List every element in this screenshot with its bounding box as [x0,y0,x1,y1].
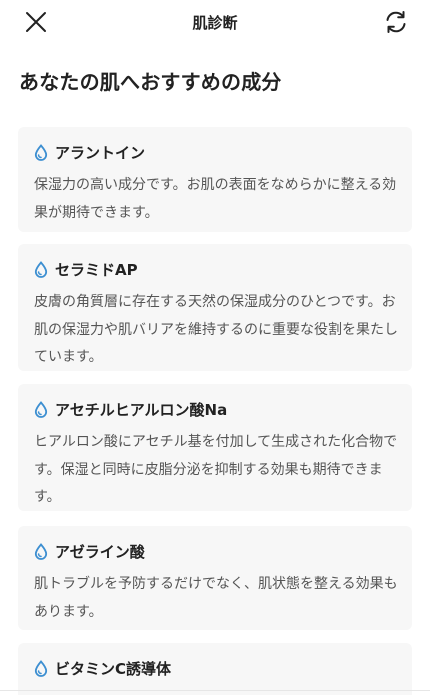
page-title: 肌診断 [192,14,238,32]
ingredient-card: ビタミンC誘導体 [18,643,412,695]
bottom-divider [0,690,430,691]
ingredient-card: アセチルヒアルロン酸Na ヒアルロン酸にアセチル基を付加して生成された化合物です… [18,384,412,511]
app-header: 肌診断 [0,0,430,44]
ingredient-card: アラントイン 保湿力の高い成分です。お肌の表面をなめらかに整える効果が期待できま… [18,127,412,232]
section-title: あなたの肌へおすすめの成分 [19,70,282,94]
water-drop-icon [34,400,48,418]
ingredient-name: アゼライン酸 [55,542,145,561]
water-drop-icon [34,260,48,278]
ingredient-name: ビタミンC誘導体 [55,659,172,678]
refresh-icon [386,11,406,33]
water-drop-icon [34,143,48,161]
ingredient-description: ヒアルロン酸にアセチル基を付加して生成された化合物です。保湿と同時に皮脂分泌を抑… [34,434,398,505]
refresh-button[interactable] [383,9,409,35]
ingredient-name: セラミドAP [55,260,138,279]
ingredient-card: セラミドAP 皮膚の角質層に存在する天然の保湿成分のひとつです。お肌の保湿力や肌… [18,244,412,371]
ingredient-description: 保湿力の高い成分です。お肌の表面をなめらかに整える効果が期待できます。 [34,177,397,221]
water-drop-icon [34,659,48,677]
ingredient-description: 皮膚の角質層に存在する天然の保湿成分のひとつです。お肌の保湿力や肌バリアを維持す… [34,294,398,365]
ingredient-name: アラントイン [55,143,146,162]
ingredient-card: アゼライン酸 肌トラブルを予防するだけでなく、肌状態を整える効果もあります。 [18,526,412,630]
ingredient-description: 肌トラブルを予防するだけでなく、肌状態を整える効果もあります。 [34,576,398,620]
water-drop-icon [34,542,48,560]
ingredient-name: アセチルヒアルロン酸Na [55,400,228,419]
